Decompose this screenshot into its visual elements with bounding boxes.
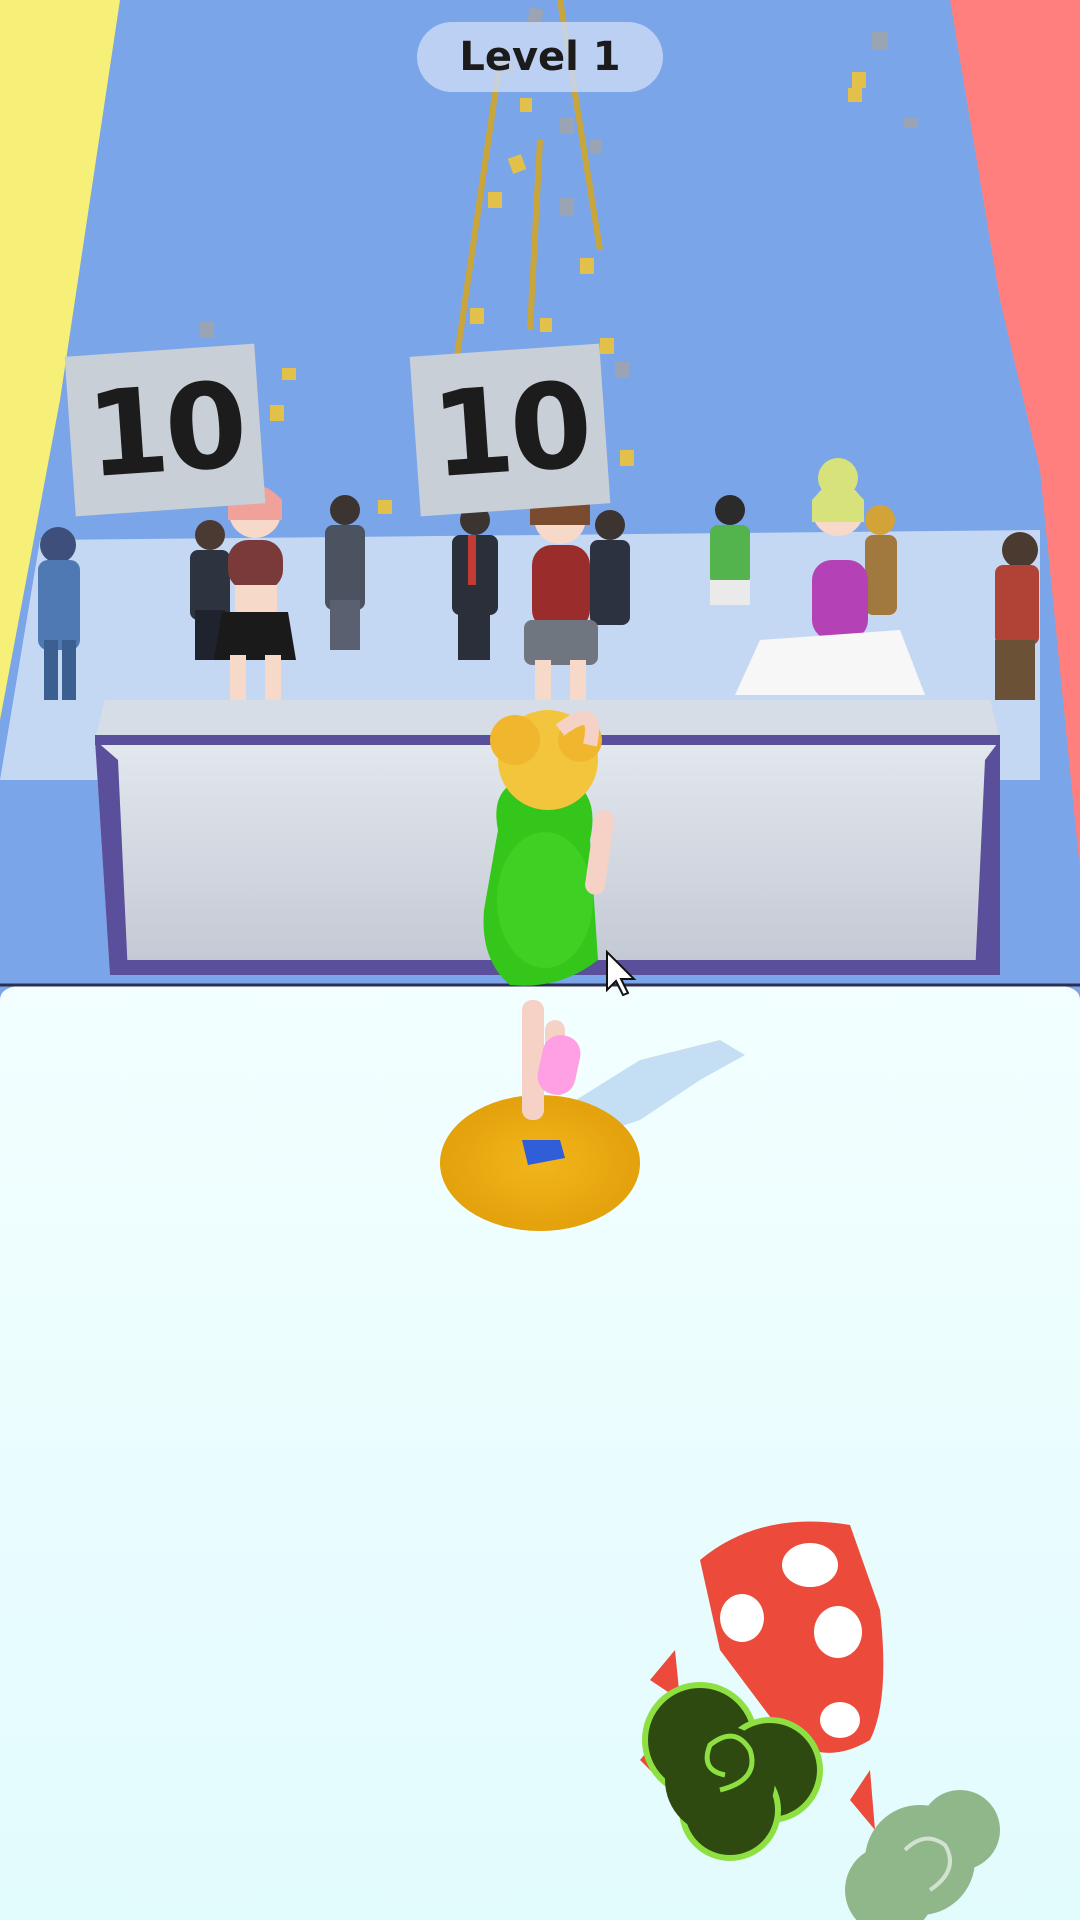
spectator [865,505,897,615]
judge-desk-paper [735,630,925,695]
level-indicator: Level 1 [417,22,663,92]
judge-score-card-2: 10 [409,343,611,517]
game-scene [0,0,1080,1920]
spectator [590,510,630,625]
judge-score-card-1: 10 [64,343,266,517]
spectator [710,495,750,605]
